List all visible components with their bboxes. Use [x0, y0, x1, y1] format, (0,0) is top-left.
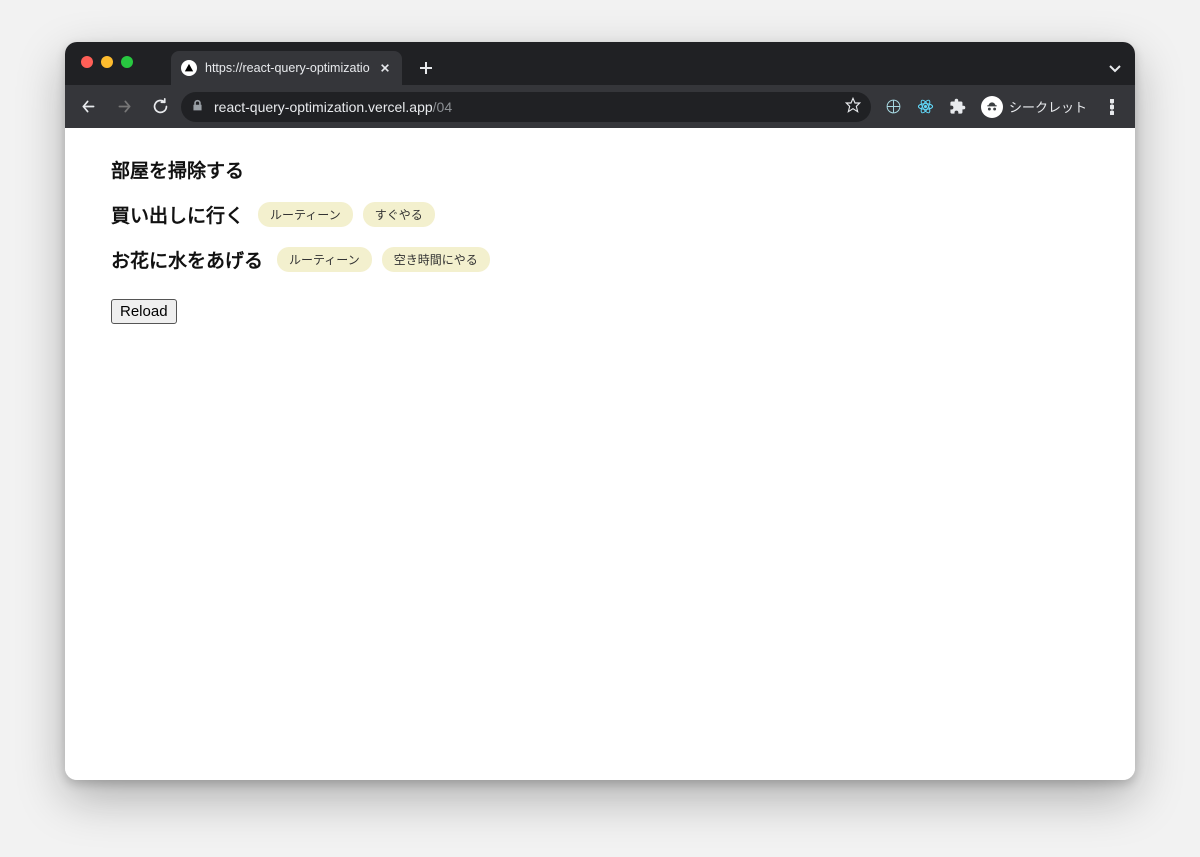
browser-tab[interactable]: https://react-query-optimizatio	[171, 51, 402, 85]
nav-back-button[interactable]	[73, 92, 103, 122]
react-devtools-icon[interactable]	[913, 94, 939, 120]
tag: ルーティーン	[277, 247, 372, 272]
tag: ルーティーン	[258, 202, 353, 227]
incognito-indicator[interactable]: シークレット	[977, 96, 1091, 118]
window-fullscreen-button[interactable]	[121, 56, 133, 68]
address-bar[interactable]: react-query-optimization.vercel.app/04	[181, 92, 871, 122]
extensions-icon[interactable]	[945, 94, 971, 120]
window-close-button[interactable]	[81, 56, 93, 68]
url-host-path: react-query-optimization.vercel.app	[214, 99, 433, 115]
address-bar-url: react-query-optimization.vercel.app/04	[214, 99, 835, 115]
url-suffix: /04	[433, 99, 452, 115]
window-minimize-button[interactable]	[101, 56, 113, 68]
bookmark-star-icon[interactable]	[845, 97, 861, 116]
todo-list: 部屋を掃除する買い出しに行くルーティーンすぐやるお花に水をあげるルーティーン空き…	[111, 156, 1089, 273]
incognito-label: シークレット	[1009, 97, 1087, 116]
browser-window: https://react-query-optimizatio	[65, 42, 1135, 780]
lock-icon	[191, 99, 204, 115]
todo-title: 買い出しに行く	[111, 201, 244, 228]
tab-title: https://react-query-optimizatio	[205, 61, 370, 75]
browser-menu-button[interactable]	[1097, 92, 1127, 122]
new-tab-button[interactable]	[412, 54, 440, 82]
extension-icons	[881, 94, 971, 120]
todo-tags: ルーティーンすぐやる	[258, 202, 435, 227]
todo-title: 部屋を掃除する	[111, 156, 244, 183]
todo-title: お花に水をあげる	[111, 246, 263, 273]
reload-button[interactable]: Reload	[111, 299, 177, 324]
react-query-devtools-icon[interactable]	[881, 94, 907, 120]
todo-tags: ルーティーン空き時間にやる	[277, 247, 490, 272]
tag: すぐやる	[363, 202, 435, 227]
page-content: 部屋を掃除する買い出しに行くルーティーンすぐやるお花に水をあげるルーティーン空き…	[65, 128, 1135, 780]
tag: 空き時間にやる	[382, 247, 490, 272]
nav-forward-button[interactable]	[109, 92, 139, 122]
todo-row: 部屋を掃除する	[111, 156, 1089, 183]
todo-row: お花に水をあげるルーティーン空き時間にやる	[111, 246, 1089, 273]
tab-favicon	[181, 60, 197, 76]
incognito-icon	[981, 96, 1003, 118]
toolbar: react-query-optimization.vercel.app/04	[65, 85, 1135, 128]
tab-close-button[interactable]	[378, 61, 392, 75]
todo-row: 買い出しに行くルーティーンすぐやる	[111, 201, 1089, 228]
tab-strip: https://react-query-optimizatio	[65, 42, 1135, 85]
tab-list-dropdown[interactable]	[1101, 51, 1129, 85]
window-controls	[81, 56, 133, 68]
nav-reload-button[interactable]	[145, 92, 175, 122]
